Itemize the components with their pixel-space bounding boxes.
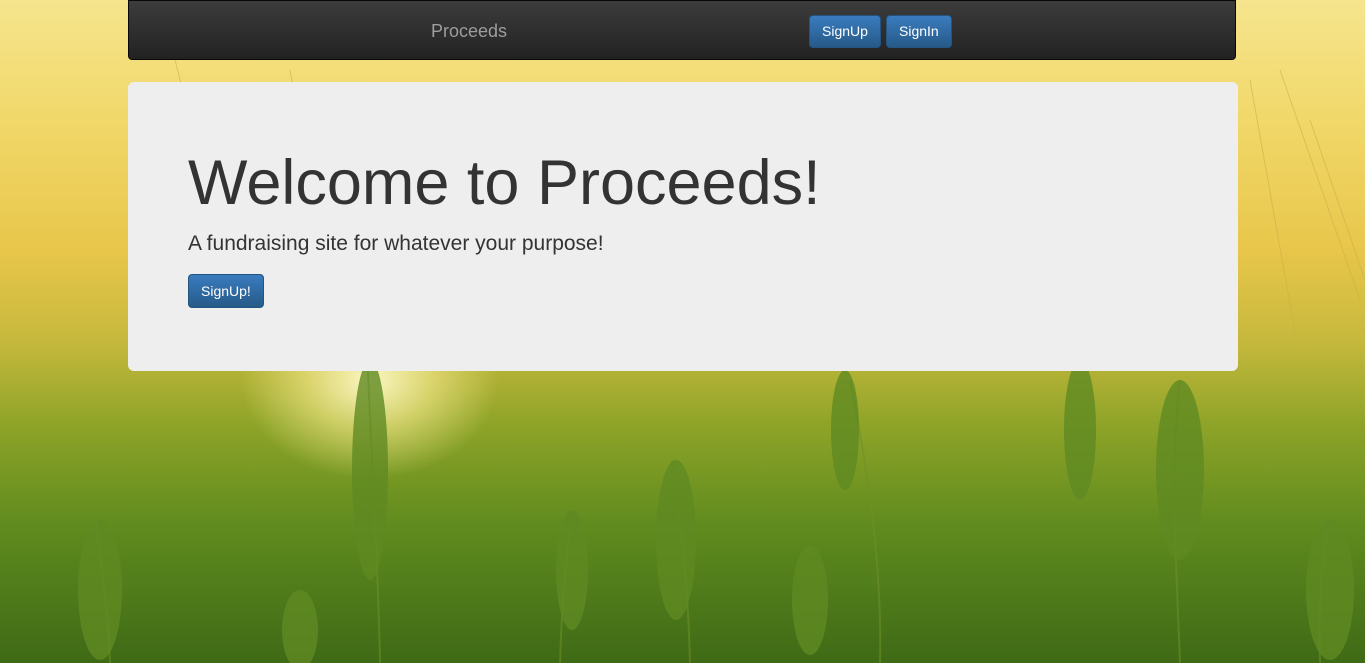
hero-title: Welcome to Proceeds!: [188, 148, 821, 218]
hero-subtitle: A fundraising site for whatever your pur…: [188, 232, 604, 255]
top-navbar: Proceeds SignUp SignIn: [128, 0, 1236, 60]
hero-panel: Welcome to Proceeds! A fundraising site …: [128, 82, 1238, 371]
hero-signup-button[interactable]: SignUp!: [188, 274, 264, 308]
navbar-signup-button[interactable]: SignUp: [809, 15, 881, 48]
navbar-signin-button[interactable]: SignIn: [886, 15, 952, 48]
brand-link[interactable]: Proceeds: [431, 21, 507, 41]
